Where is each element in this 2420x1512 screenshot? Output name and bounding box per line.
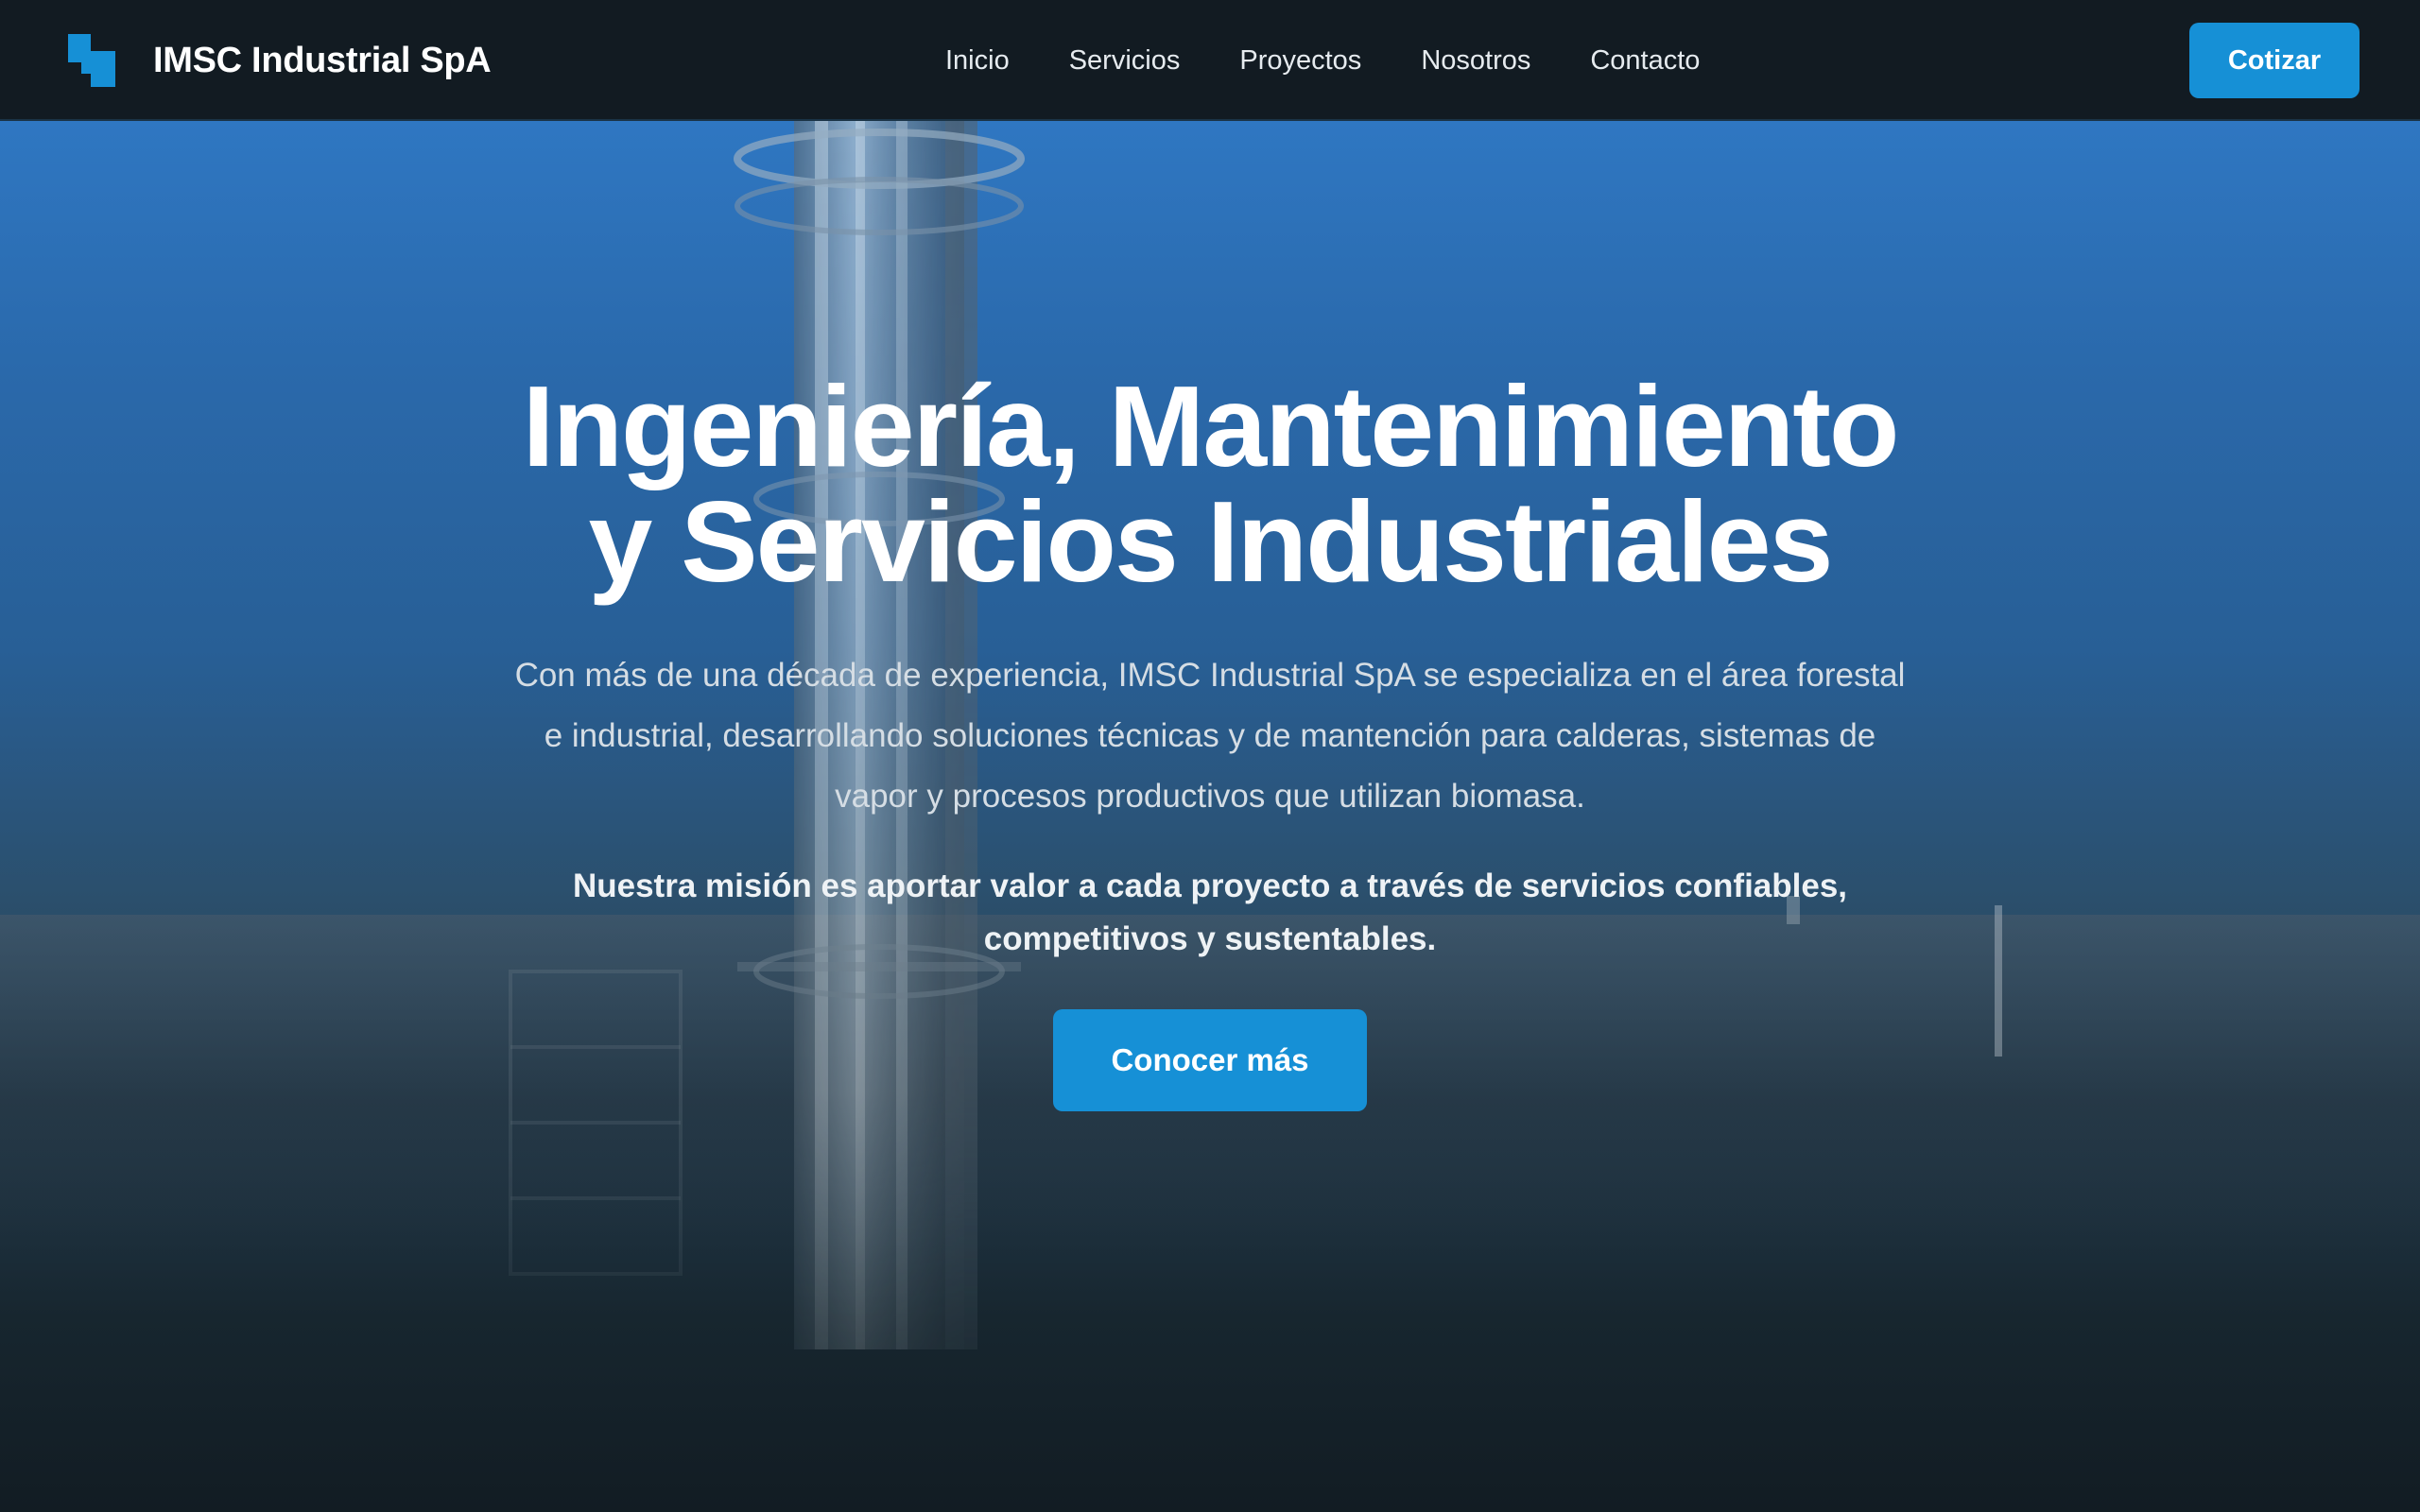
nav-item-proyectos[interactable]: Proyectos [1239, 45, 1361, 77]
brand-logo-icon [68, 34, 115, 87]
hero-section: Ingeniería, Mantenimiento y Servicios In… [0, 121, 2420, 1512]
hero-mission: Nuestra misión es aportar valor a cada p… [572, 868, 1848, 957]
nav-item-nosotros[interactable]: Nosotros [1421, 45, 1530, 77]
nav-item-contacto[interactable]: Contacto [1590, 45, 1700, 77]
hero-title: Ingeniería, Mantenimiento y Servicios In… [359, 369, 2061, 599]
hero-title-line-2: y Servicios Industriales [588, 477, 1834, 606]
brand-name: IMSC Industrial SpA [153, 40, 492, 80]
hero-title-line-1: Ingeniería, Mantenimiento [522, 362, 1900, 490]
nav-item-inicio[interactable]: Inicio [945, 45, 1010, 77]
main-nav: Inicio Servicios Proyectos Nosotros Cont… [945, 0, 1700, 121]
brand[interactable]: IMSC Industrial SpA [68, 34, 492, 87]
hero-description: Con más de una década de experiencia, IM… [514, 657, 1906, 815]
top-navbar: IMSC Industrial SpA Inicio Servicios Pro… [0, 0, 2420, 121]
learn-more-button[interactable]: Conocer más [1053, 1009, 1367, 1111]
quote-button[interactable]: Cotizar [2189, 23, 2360, 98]
nav-item-servicios[interactable]: Servicios [1069, 45, 1181, 77]
